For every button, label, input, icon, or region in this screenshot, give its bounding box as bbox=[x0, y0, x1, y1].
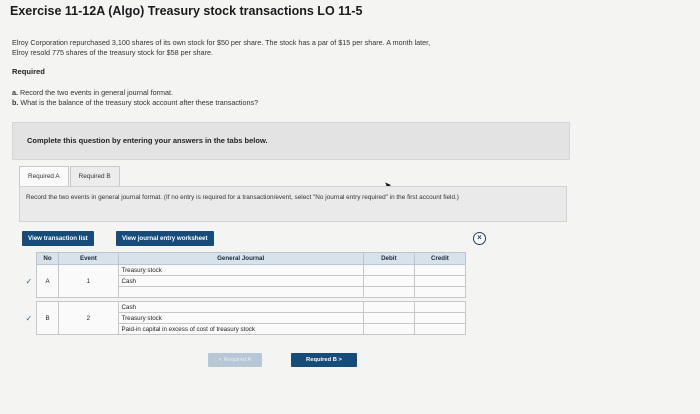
requirement-text: Record the two events in general journal… bbox=[20, 88, 174, 97]
debit-cell[interactable] bbox=[362, 286, 415, 298]
problem-line-2: Elroy resold 775 shares of the treasury … bbox=[12, 48, 213, 57]
credit-cell[interactable] bbox=[413, 323, 467, 335]
table-row: ✓ A 1 Treasury stock bbox=[22, 264, 467, 298]
account-cell[interactable]: Treasury stock bbox=[117, 312, 364, 324]
account-cell[interactable]: Treasury stock bbox=[117, 264, 364, 276]
debit-column-header: Debit bbox=[362, 252, 415, 265]
view-journal-worksheet-button[interactable]: View journal entry worksheet bbox=[116, 231, 214, 246]
debit-cell[interactable] bbox=[362, 323, 415, 335]
account-cell[interactable]: Cash bbox=[117, 301, 364, 313]
requirement-label: a. bbox=[12, 88, 18, 97]
panel-instructions: Record the two events in general journal… bbox=[26, 194, 459, 201]
account-cell[interactable]: Cash bbox=[117, 275, 364, 287]
debit-cell[interactable] bbox=[362, 275, 415, 287]
instruction-box: Complete this question by entering your … bbox=[12, 122, 570, 160]
credit-cell[interactable] bbox=[413, 312, 467, 324]
debit-cell[interactable] bbox=[362, 301, 415, 313]
credit-cell[interactable] bbox=[413, 275, 467, 287]
requirement-a: a. Record the two events in general jour… bbox=[12, 88, 258, 98]
prev-required-button[interactable]: < Required A bbox=[208, 353, 262, 367]
requirement-label: b. bbox=[12, 98, 19, 107]
check-icon: ✓ bbox=[25, 313, 33, 323]
tab-required-a[interactable]: Required A bbox=[19, 166, 69, 186]
journal-column-header: General Journal bbox=[117, 252, 364, 265]
requirement-b: b. What is the balance of the treasury s… bbox=[12, 98, 258, 108]
problem-line-1: Elroy Corporation repurchased 3,100 shar… bbox=[12, 38, 431, 47]
table-row: ✓ B 2 Cash bbox=[22, 301, 467, 335]
credit-cell[interactable] bbox=[413, 286, 467, 298]
credit-cell[interactable] bbox=[413, 264, 467, 276]
entry-event: 2 bbox=[58, 301, 119, 335]
debit-cell[interactable] bbox=[362, 312, 415, 324]
account-cell[interactable]: Paid-in capital in excess of cost of tre… bbox=[117, 323, 364, 335]
tab-panel: Record the two events in general journal… bbox=[19, 186, 567, 222]
page: Exercise 11-12A (Algo) Treasury stock tr… bbox=[0, 0, 700, 414]
check-column-header bbox=[22, 253, 36, 265]
journal-table: No Event General Journal Debit Credit ✓ … bbox=[22, 252, 467, 335]
debit-cell[interactable] bbox=[362, 264, 415, 276]
close-icon[interactable]: × bbox=[473, 232, 486, 245]
instruction-text: Complete this question by entering your … bbox=[27, 136, 268, 145]
account-cell[interactable] bbox=[117, 286, 364, 298]
requirement-text: What is the balance of the treasury stoc… bbox=[20, 98, 259, 107]
entry-no: B bbox=[35, 301, 60, 335]
entry-no: A bbox=[35, 264, 60, 298]
next-required-button[interactable]: Required B > bbox=[291, 353, 357, 367]
tab-required-b[interactable]: Required B bbox=[69, 166, 120, 186]
required-heading: Required bbox=[12, 67, 45, 76]
check-icon: ✓ bbox=[25, 276, 33, 286]
view-transaction-list-button[interactable]: View transaction list bbox=[22, 231, 94, 246]
page-title: Exercise 11-12A (Algo) Treasury stock tr… bbox=[10, 4, 363, 18]
credit-column-header: Credit bbox=[413, 252, 467, 265]
credit-cell[interactable] bbox=[413, 301, 467, 313]
tab-bar: Required A Required B bbox=[19, 166, 121, 186]
event-column-header: Event bbox=[58, 252, 119, 265]
requirements-list: a. Record the two events in general jour… bbox=[12, 88, 258, 108]
table-header-row: No Event General Journal Debit Credit bbox=[22, 252, 467, 265]
entry-event: 1 bbox=[58, 264, 119, 298]
no-column-header: No bbox=[35, 252, 60, 265]
problem-statement: Elroy Corporation repurchased 3,100 shar… bbox=[12, 38, 592, 58]
